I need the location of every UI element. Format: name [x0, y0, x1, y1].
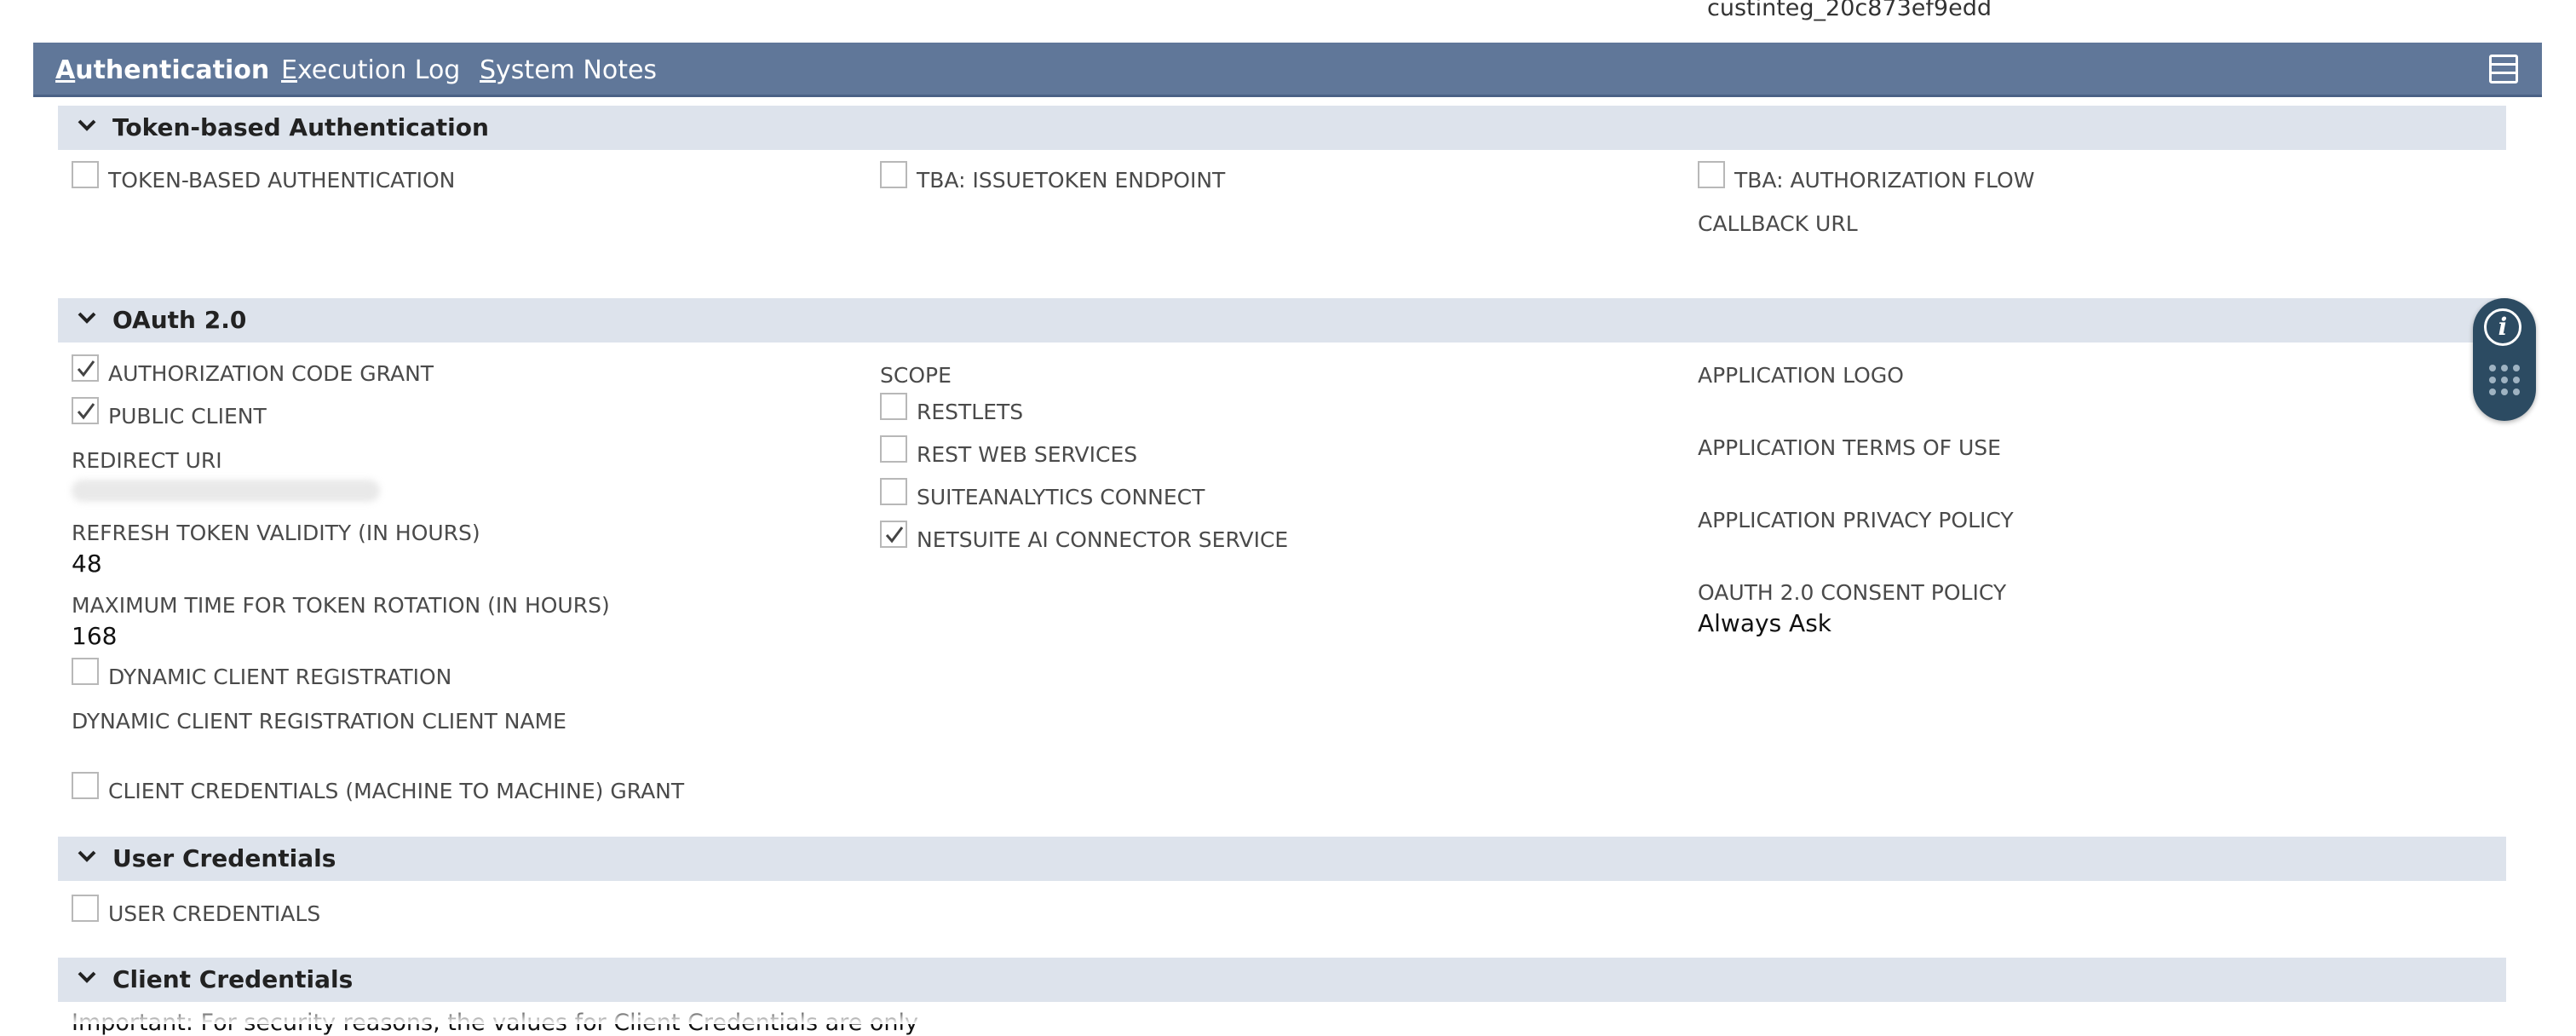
scope-restlets-checkbox[interactable] [880, 393, 907, 420]
consent-policy-value: Always Ask [1698, 609, 1832, 637]
section-title-user-credentials: User Credentials [112, 844, 336, 872]
client-credentials-grant-label: CLIENT CREDENTIALS (MACHINE TO MACHINE) … [108, 779, 685, 803]
tba-authorization-flow-label: TBA: AUTHORIZATION FLOW [1734, 168, 2035, 193]
tab-authentication-label: uthentication [75, 55, 270, 85]
tba-issuetoken-endpoint-label: TBA: ISSUETOKEN ENDPOINT [917, 168, 1226, 193]
tba-authorization-flow-checkbox[interactable] [1698, 161, 1725, 188]
chevron-down-icon [78, 850, 96, 862]
section-header-oauth[interactable]: OAuth 2.0 [58, 298, 2506, 342]
tab-execution-log-hotkey: E [281, 55, 297, 85]
tab-execution-log[interactable]: Execution Log [281, 55, 460, 85]
section-title-oauth: OAuth 2.0 [112, 306, 247, 334]
max-token-rotation-label: MAXIMUM TIME FOR TOKEN ROTATION (IN HOUR… [72, 593, 610, 618]
info-icon[interactable]: i [2484, 308, 2521, 346]
record-id: custinteg_20c873ef9edd [1707, 0, 1992, 21]
side-help-widget: i [2473, 298, 2536, 421]
tab-execution-log-label: xecution Log [296, 55, 461, 85]
application-logo-label: APPLICATION LOGO [1698, 363, 1904, 388]
user-credentials-label: USER CREDENTIALS [108, 901, 321, 926]
checkmark-icon [77, 403, 95, 420]
token-based-authentication-label: TOKEN-BASED AUTHENTICATION [108, 168, 456, 193]
authorization-code-grant-label: AUTHORIZATION CODE GRANT [108, 361, 434, 386]
subtab-bar: Authentication Execution Log System Note… [33, 43, 2542, 97]
section-title-client-credentials: Client Credentials [112, 965, 354, 993]
chevron-down-icon [78, 312, 96, 324]
dynamic-client-registration-checkbox[interactable] [72, 658, 99, 685]
section-header-client-credentials[interactable]: Client Credentials [58, 958, 2506, 1002]
tab-system-notes[interactable]: System Notes [480, 55, 657, 85]
scope-restlets-label: RESTLETS [917, 400, 1024, 424]
client-credentials-grant-checkbox[interactable] [72, 772, 99, 799]
bottom-fade [0, 1005, 2576, 1024]
tab-authentication-hotkey: A [55, 55, 76, 85]
token-based-authentication-checkbox[interactable] [72, 161, 99, 188]
tab-system-notes-label: ystem Notes [496, 55, 658, 85]
dynamic-client-registration-name-label: DYNAMIC CLIENT REGISTRATION CLIENT NAME [72, 709, 566, 734]
section-header-tba[interactable]: Token-based Authentication [58, 106, 2506, 150]
checkmark-icon [885, 527, 904, 544]
menu-icon[interactable] [2489, 55, 2518, 83]
tab-authentication[interactable]: Authentication [55, 55, 269, 85]
section-header-user-credentials[interactable]: User Credentials [58, 837, 2506, 881]
scope-rest-web-services-checkbox[interactable] [880, 435, 907, 463]
dynamic-client-registration-label: DYNAMIC CLIENT REGISTRATION [108, 665, 452, 689]
scope-netsuite-ai-connector-checkbox[interactable] [880, 521, 907, 548]
tab-system-notes-hotkey: S [480, 55, 497, 85]
scope-label: SCOPE [880, 363, 952, 388]
redirect-uri-label: REDIRECT URI [72, 448, 222, 473]
application-privacy-label: APPLICATION PRIVACY POLICY [1698, 508, 2014, 532]
redirect-uri-value-redacted [72, 480, 380, 502]
scope-netsuite-ai-connector-label: NETSUITE AI CONNECTOR SERVICE [917, 527, 1289, 552]
scope-suiteanalytics-connect-checkbox[interactable] [880, 478, 907, 505]
authorization-code-grant-checkbox[interactable] [72, 354, 99, 382]
chevron-down-icon [78, 119, 96, 131]
grid-dots-icon[interactable] [2487, 363, 2521, 397]
section-title-tba: Token-based Authentication [112, 113, 489, 141]
refresh-token-validity-label: REFRESH TOKEN VALIDITY (IN HOURS) [72, 521, 480, 545]
user-credentials-checkbox[interactable] [72, 895, 99, 922]
scope-suiteanalytics-connect-label: SUITEANALYTICS CONNECT [917, 485, 1205, 509]
chevron-down-icon [78, 971, 96, 983]
scope-rest-web-services-label: REST WEB SERVICES [917, 442, 1138, 467]
tba-issuetoken-endpoint-checkbox[interactable] [880, 161, 907, 188]
public-client-label: PUBLIC CLIENT [108, 404, 267, 429]
refresh-token-validity-value: 48 [72, 550, 102, 578]
consent-policy-label: OAUTH 2.0 CONSENT POLICY [1698, 580, 2007, 605]
checkmark-icon [77, 360, 95, 377]
public-client-checkbox[interactable] [72, 397, 99, 424]
callback-url-label: CALLBACK URL [1698, 211, 1858, 236]
max-token-rotation-value: 168 [72, 622, 118, 650]
application-terms-label: APPLICATION TERMS OF USE [1698, 435, 2001, 460]
